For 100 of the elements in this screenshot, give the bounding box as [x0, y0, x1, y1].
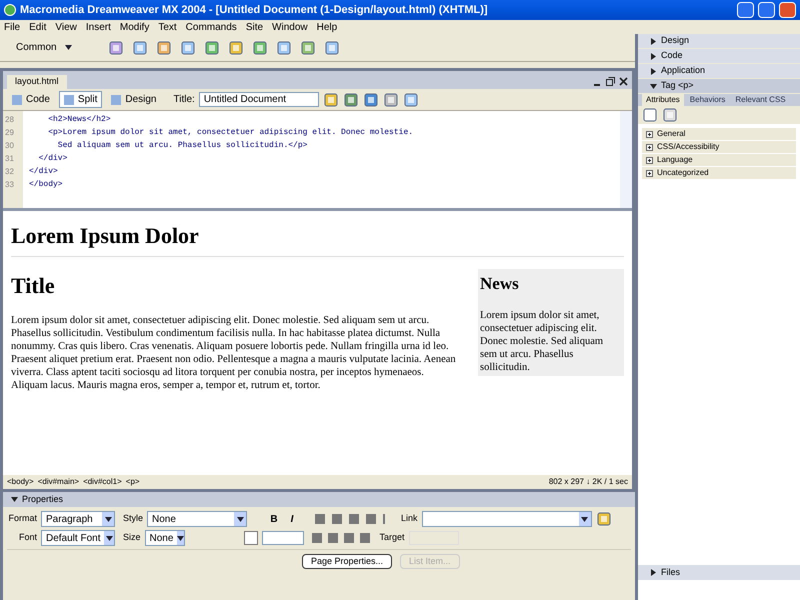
vertical-scrollbar[interactable] — [620, 111, 632, 208]
news-heading: News — [480, 273, 520, 295]
field-label: Size — [123, 531, 141, 544]
dropdown-arrow-icon — [104, 516, 112, 522]
field-label: Target — [380, 531, 405, 544]
panel-header[interactable]: Tag <p> — [638, 79, 800, 94]
panel-header[interactable]: Code — [638, 49, 800, 64]
menu-item[interactable]: View — [55, 20, 77, 34]
panel-header[interactable]: Application — [638, 64, 800, 79]
field-label: Link — [401, 512, 418, 526]
close-icon[interactable] — [619, 77, 628, 86]
line-number: 33 — [4, 179, 15, 191]
menu-item[interactable]: Insert — [86, 20, 111, 34]
code-line: </body> — [28, 179, 64, 191]
insert-tool-icon[interactable] — [228, 40, 244, 56]
tag-selector-item[interactable]: <body> — [7, 476, 34, 488]
menu-item[interactable]: Site — [246, 20, 264, 34]
panel-header[interactable]: Properties — [3, 492, 635, 507]
panel-tab[interactable]: Behaviors — [686, 94, 730, 106]
panel-button[interactable]: Page Properties... — [302, 554, 392, 569]
code-line: Sed aliquam sem ut arcu. Phasellus sollicitudin.</p> — [56, 140, 308, 152]
color-field[interactable] — [262, 531, 304, 545]
dropdown-arrow-icon — [64, 45, 72, 50]
panel-header[interactable]: Files — [638, 565, 800, 580]
insert-tool-icon[interactable] — [108, 40, 124, 56]
menu-item[interactable]: Edit — [29, 20, 46, 34]
tag-selector-item[interactable]: <div#col1> — [83, 476, 122, 488]
category-dropdown[interactable]: Common — [8, 40, 80, 55]
code-line: <p>Lorem ipsum dolor sit amet, consectetuer adipiscing elit. Donec molestie. — [47, 127, 414, 139]
document-tab[interactable]: layout.html — [7, 75, 67, 89]
toolbar-icon[interactable] — [322, 92, 339, 108]
list-icons[interactable] — [312, 533, 372, 543]
insert-tool-icon[interactable] — [180, 40, 196, 56]
line-number: 31 — [4, 153, 15, 165]
align-icons[interactable] — [315, 514, 386, 524]
attribute-category[interactable]: General — [657, 128, 686, 140]
caret-icon — [650, 82, 657, 90]
caret-icon — [650, 68, 657, 74]
menu-item[interactable]: Text — [158, 20, 177, 34]
view-button[interactable]: Design — [106, 91, 162, 108]
caret-icon — [11, 496, 18, 503]
insert-tool-icon[interactable] — [132, 40, 148, 56]
expand-icon[interactable] — [646, 130, 653, 138]
code-line: </div> — [28, 166, 59, 178]
insert-tool-icon[interactable] — [300, 40, 316, 56]
format-dropdown[interactable]: Paragraph — [41, 511, 115, 527]
minimize-button[interactable] — [737, 2, 754, 18]
tag-selector-item[interactable]: <p> — [126, 476, 140, 488]
color-swatch[interactable] — [244, 531, 258, 545]
insert-tool-icon[interactable] — [156, 40, 172, 56]
view-button[interactable]: Code — [7, 91, 55, 108]
style-dropdown[interactable]: None — [147, 511, 248, 527]
maximize-button[interactable] — [758, 2, 775, 18]
panel-header[interactable]: Design — [638, 34, 800, 49]
line-number: 30 — [4, 140, 15, 152]
toolbar-icon[interactable] — [402, 92, 419, 108]
insert-tool-icon[interactable] — [324, 40, 340, 56]
menu-item[interactable]: Help — [316, 20, 338, 34]
expand-icon[interactable] — [646, 144, 653, 150]
title-label: Title: — [174, 93, 195, 107]
line-number: 29 — [4, 127, 15, 139]
italic-button[interactable]: I — [285, 512, 300, 526]
menu-item[interactable]: Commands — [186, 20, 237, 34]
caret-icon — [650, 52, 657, 60]
menu-item[interactable]: File — [4, 20, 20, 34]
field-label: Style — [123, 512, 144, 526]
menu-item[interactable]: Modify — [120, 20, 150, 34]
view-button[interactable]: Split — [58, 91, 102, 108]
field-label: Format — [7, 512, 37, 526]
restore-icon[interactable] — [606, 77, 615, 86]
panel-tab[interactable]: Relevant CSS — [731, 94, 790, 106]
expand-icon[interactable] — [646, 170, 653, 176]
toolbar-icon[interactable] — [342, 92, 359, 108]
close-button[interactable] — [779, 2, 796, 18]
tag-selector-item[interactable]: <div#main> — [38, 476, 80, 488]
caret-icon — [650, 569, 657, 576]
caret-icon — [650, 38, 657, 44]
code-line: </div> — [38, 153, 68, 165]
dropdown-arrow-icon — [177, 536, 184, 540]
expand-icon[interactable] — [646, 156, 653, 164]
size-dropdown[interactable]: None — [144, 530, 185, 546]
line-number: 32 — [4, 166, 15, 178]
app-logo-icon — [4, 4, 16, 16]
line-number: 28 — [4, 114, 15, 126]
page-heading: Lorem Ipsum Dolor — [11, 219, 624, 257]
bold-button[interactable]: B — [267, 512, 282, 526]
insert-tool-icon[interactable] — [252, 40, 268, 56]
status-text: 802 x 297 ↓ 2K / 1 sec — [548, 476, 628, 488]
dropdown-arrow-icon — [106, 536, 113, 540]
insert-tool-icon[interactable] — [204, 40, 220, 56]
panel-tab[interactable]: Attributes — [642, 94, 684, 106]
insert-tool-icon[interactable] — [276, 40, 292, 56]
link-field[interactable] — [422, 511, 592, 527]
window-title: Macromedia Dreamweaver MX 2004 - [Untitled Document (1-Design/layout.html) (XHTML)] — [20, 2, 489, 18]
dropdown-arrow-icon — [236, 516, 244, 522]
menu-item[interactable]: Window — [272, 20, 308, 34]
font-dropdown[interactable]: Default Font — [41, 530, 115, 546]
title-field[interactable]: Untitled Document — [198, 92, 319, 107]
dropdown-arrow-icon — [581, 516, 588, 522]
field-label: Font — [18, 531, 37, 544]
